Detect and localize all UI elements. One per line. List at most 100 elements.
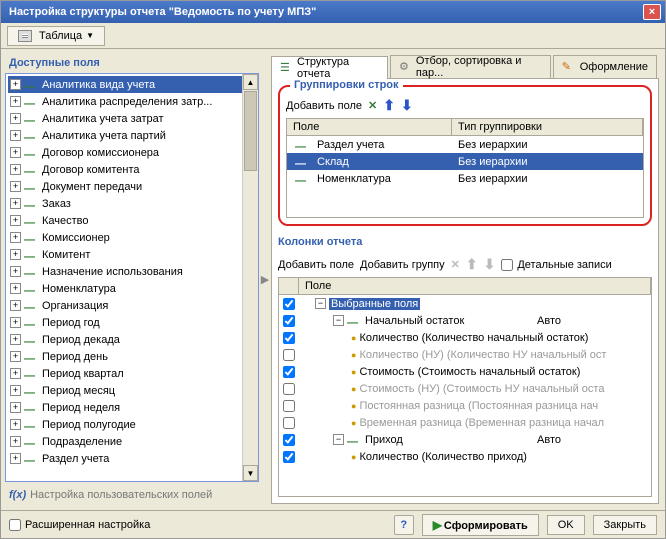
splitter[interactable]: ▶ <box>259 49 271 510</box>
scroll-up-icon[interactable]: ▲ <box>243 74 258 90</box>
expand-icon[interactable]: + <box>10 113 21 124</box>
collapse-icon[interactable]: − <box>315 298 326 309</box>
tree-item[interactable]: +Период декада <box>8 331 256 348</box>
tree-item[interactable]: +Период день <box>8 348 256 365</box>
column-row[interactable]: ●Стоимость (НУ) (Стоимость НУ начальный … <box>279 380 651 397</box>
tree-item[interactable]: +Период неделя <box>8 399 256 416</box>
expand-icon[interactable]: + <box>10 351 21 362</box>
scroll-down-icon[interactable]: ▼ <box>243 465 258 481</box>
form-button[interactable]: ▶Сформировать <box>422 514 539 536</box>
tree-item[interactable]: +Качество <box>8 212 256 229</box>
column-row[interactable]: ●Количество (НУ) (Количество НУ начальны… <box>279 346 651 363</box>
expand-icon[interactable]: + <box>10 317 21 328</box>
expand-icon[interactable]: + <box>10 368 21 379</box>
grouping-row[interactable]: СкладБез иерархии <box>287 153 643 170</box>
expand-icon[interactable]: + <box>10 419 21 430</box>
tree-item[interactable]: +Период месяц <box>8 382 256 399</box>
tree-item[interactable]: +Документ передачи <box>8 178 256 195</box>
move-up-icon[interactable]: ⬆ <box>383 97 395 114</box>
column-row[interactable]: −ПриходАвто <box>279 431 651 448</box>
expand-icon[interactable]: + <box>10 300 21 311</box>
row-checkbox[interactable] <box>283 332 295 344</box>
tree-item[interactable]: +Аналитика учета партий <box>8 127 256 144</box>
tree-scrollbar[interactable]: ▲ ▼ <box>242 74 258 481</box>
user-fields-link[interactable]: f(x) Настройка пользовательских полей <box>5 486 259 504</box>
column-row[interactable]: ●Постоянная разница (Постоянная разница … <box>279 397 651 414</box>
column-row[interactable]: −Начальный остатокАвто <box>279 312 651 329</box>
move-up-icon-2[interactable]: ⬆ <box>466 256 478 273</box>
grouping-row[interactable]: НоменклатураБез иерархии <box>287 170 643 187</box>
column-row[interactable]: ●Временная разница (Временная разница на… <box>279 414 651 431</box>
tree-item[interactable]: +Заказ <box>8 195 256 212</box>
close-button[interactable]: Закрыть <box>593 515 657 535</box>
add-icon-2[interactable]: ✕ <box>451 258 460 271</box>
column-row[interactable]: −Выбранные поля <box>279 295 651 312</box>
tree-item[interactable]: +Аналитика распределения затр... <box>8 93 256 110</box>
expand-icon[interactable]: + <box>10 232 21 243</box>
expand-icon[interactable]: + <box>10 283 21 294</box>
view-mode-button[interactable]: Таблица ▼ <box>7 26 105 46</box>
expand-icon[interactable]: + <box>10 198 21 209</box>
tree-item[interactable]: +Организация <box>8 297 256 314</box>
row-checkbox[interactable] <box>283 451 295 463</box>
available-fields-tree[interactable]: +Аналитика вида учета+Аналитика распреде… <box>5 73 259 482</box>
collapse-icon[interactable]: − <box>333 434 344 445</box>
expand-icon[interactable]: + <box>10 266 21 277</box>
expand-icon[interactable]: + <box>10 147 21 158</box>
expand-icon[interactable]: + <box>10 96 21 107</box>
help-button[interactable]: ? <box>394 515 414 535</box>
tab-filter[interactable]: Отбор, сортировка и пар... <box>390 55 551 78</box>
row-checkbox[interactable] <box>283 366 295 378</box>
add-icon[interactable]: ✕ <box>368 99 377 112</box>
tree-item[interactable]: +Подразделение <box>8 433 256 450</box>
tree-item[interactable]: +Период полугодие <box>8 416 256 433</box>
column-row[interactable]: ●Количество (Количество начальный остато… <box>279 329 651 346</box>
tab-form[interactable]: Оформление <box>553 55 657 78</box>
move-down-icon[interactable]: ⬇ <box>401 97 413 114</box>
add-field-link[interactable]: Добавить поле <box>286 100 362 112</box>
tree-item[interactable]: +Аналитика вида учета <box>8 76 256 93</box>
detail-checkbox[interactable]: Детальные записи <box>501 259 611 271</box>
tree-item[interactable]: +Номенклатура <box>8 280 256 297</box>
groupings-grid[interactable]: Поле Тип группировки Раздел учетаБез иер… <box>286 118 644 218</box>
tab-structure[interactable]: Структура отчета <box>271 56 388 79</box>
expand-icon[interactable]: + <box>10 436 21 447</box>
expand-icon[interactable]: + <box>10 181 21 192</box>
add-field-link-2[interactable]: Добавить поле <box>278 259 354 271</box>
row-checkbox[interactable] <box>283 349 295 361</box>
row-checkbox[interactable] <box>283 383 295 395</box>
ok-button[interactable]: OK <box>547 515 585 535</box>
expand-icon[interactable]: + <box>10 334 21 345</box>
tree-item[interactable]: +Комиссионер <box>8 229 256 246</box>
grouping-row[interactable]: Раздел учетаБез иерархии <box>287 136 643 153</box>
row-checkbox[interactable] <box>283 400 295 412</box>
tree-item[interactable]: +Период год <box>8 314 256 331</box>
expand-icon[interactable]: + <box>10 385 21 396</box>
tree-item[interactable]: +Комитент <box>8 246 256 263</box>
tree-item[interactable]: +Период квартал <box>8 365 256 382</box>
expand-icon[interactable]: + <box>10 402 21 413</box>
tree-item[interactable]: +Раздел учета <box>8 450 256 467</box>
expand-icon[interactable]: + <box>10 215 21 226</box>
column-row[interactable]: ●Количество (Количество приход) <box>279 448 651 465</box>
scroll-thumb[interactable] <box>244 91 257 171</box>
expand-icon[interactable]: + <box>10 249 21 260</box>
collapse-icon[interactable]: − <box>333 315 344 326</box>
expand-icon[interactable]: + <box>10 130 21 141</box>
row-checkbox[interactable] <box>283 315 295 327</box>
add-group-link[interactable]: Добавить группу <box>360 259 445 271</box>
tree-item[interactable]: +Аналитика учета затрат <box>8 110 256 127</box>
columns-grid[interactable]: Поле −Выбранные поля−Начальный остатокАв… <box>278 277 652 497</box>
close-icon[interactable]: × <box>643 4 661 20</box>
expand-icon[interactable]: + <box>10 453 21 464</box>
tree-item[interactable]: +Договор комитента <box>8 161 256 178</box>
row-checkbox[interactable] <box>283 434 295 446</box>
move-down-icon-2[interactable]: ⬇ <box>484 256 496 273</box>
row-checkbox[interactable] <box>283 298 295 310</box>
column-row[interactable]: ●Стоимость (Стоимость начальный остаток) <box>279 363 651 380</box>
tree-item[interactable]: +Договор комиссионера <box>8 144 256 161</box>
expand-icon[interactable]: + <box>10 164 21 175</box>
row-checkbox[interactable] <box>283 417 295 429</box>
expand-icon[interactable]: + <box>10 79 21 90</box>
advanced-checkbox[interactable]: Расширенная настройка <box>9 519 150 531</box>
